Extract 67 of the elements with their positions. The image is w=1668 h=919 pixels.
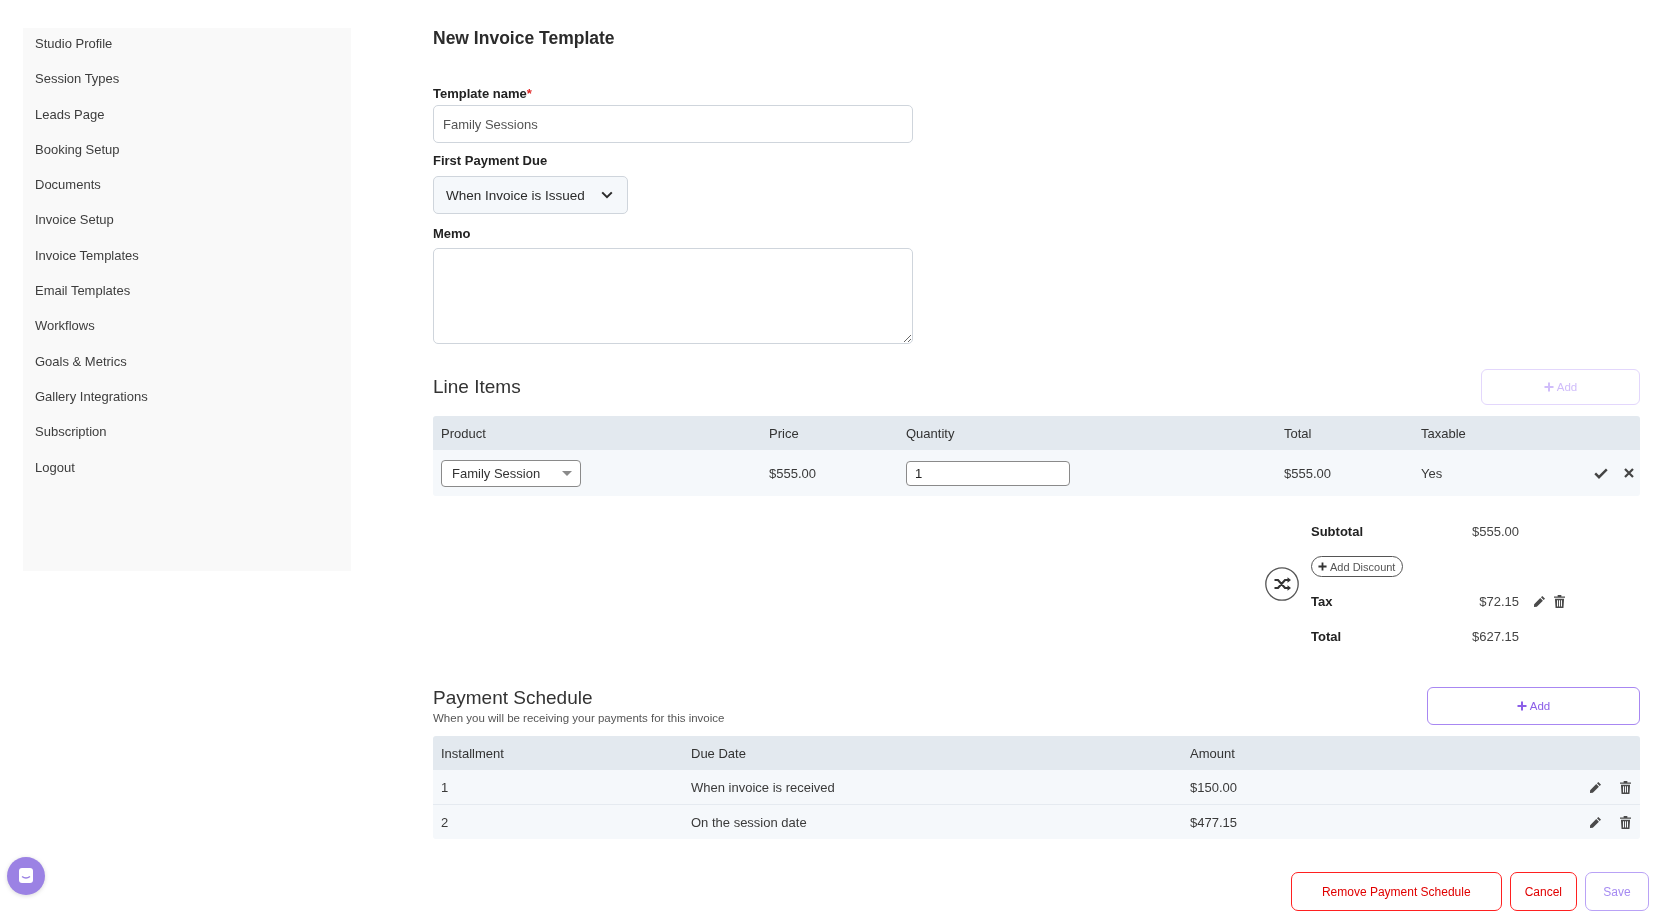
- subtotal-label: Subtotal: [1311, 524, 1363, 539]
- trash-icon[interactable]: [1554, 595, 1565, 608]
- table-cell: Yes: [1421, 465, 1443, 481]
- section-subtitle: When you will be receiving your payments for this invoice: [433, 711, 725, 725]
- add-discount-button[interactable]: Add Discount: [1311, 556, 1404, 577]
- memo-field[interactable]: [433, 248, 913, 344]
- cancel-button[interactable]: Cancel: [1509, 872, 1577, 911]
- total-value: $627.15: [1472, 629, 1519, 644]
- tax-value: $72.15: [1479, 594, 1519, 609]
- sidebar-item[interactable]: Session Types: [23, 61, 132, 97]
- column-header: Total: [1284, 425, 1312, 441]
- section-heading: Payment Schedule: [433, 687, 593, 709]
- trash-icon[interactable]: [1620, 780, 1631, 794]
- page-title: New Invoice Template: [433, 27, 615, 50]
- sidebar-item[interactable]: Email Templates: [23, 273, 143, 309]
- trash-icon[interactable]: [1620, 815, 1631, 829]
- sidebar-item[interactable]: Goals & Metrics: [23, 343, 139, 379]
- total-label: Total: [1311, 629, 1342, 644]
- table-cell: 2: [441, 814, 449, 830]
- sidebar-item[interactable]: Workflows: [23, 308, 107, 344]
- product-select[interactable]: Family Session: [441, 459, 581, 487]
- column-header: Amount: [1190, 745, 1235, 761]
- column-header: Quantity: [906, 425, 955, 441]
- sidebar-item[interactable]: Leads Page: [23, 96, 117, 132]
- sidebar-item[interactable]: Logout: [23, 449, 87, 485]
- pencil-icon[interactable]: [1589, 780, 1602, 794]
- pencil-icon[interactable]: [1589, 815, 1602, 829]
- field-label: First Payment Due: [433, 152, 548, 170]
- table-cell: When invoice is received: [691, 779, 835, 795]
- sidebar-item[interactable]: Documents: [23, 167, 113, 203]
- sidebar-item[interactable]: Invoice Setup: [23, 202, 126, 238]
- chevron-down-icon: [601, 191, 613, 199]
- column-header: Product: [441, 425, 486, 441]
- add-button[interactable]: Add: [1427, 687, 1640, 725]
- pencil-icon[interactable]: [1533, 595, 1546, 608]
- quantity-input[interactable]: 1: [906, 460, 1070, 486]
- plus-icon: [1516, 701, 1527, 711]
- table-cell: $477.15: [1190, 814, 1237, 830]
- plus-icon: [1543, 382, 1554, 392]
- check-icon[interactable]: [1594, 467, 1608, 479]
- table-cell: $150.00: [1190, 779, 1237, 795]
- column-header: Due Date: [691, 745, 746, 761]
- template-name-input[interactable]: Family Sessions: [433, 105, 913, 143]
- sidebar-item[interactable]: Booking Setup: [23, 131, 132, 168]
- plus-icon: [1318, 562, 1327, 571]
- table-cell: $555.00: [769, 465, 816, 481]
- column-header: Installment: [441, 745, 504, 761]
- sidebar-item[interactable]: Gallery Integrations: [23, 378, 160, 415]
- sidebar-item[interactable]: Subscription: [23, 414, 119, 450]
- caret-down-icon: [562, 470, 572, 476]
- subtotal-value: $555.00: [1472, 524, 1519, 539]
- table-cell: $555.00: [1284, 465, 1331, 481]
- tax-label: Tax: [1311, 594, 1333, 609]
- sidebar-item[interactable]: Studio Profile: [23, 26, 125, 62]
- column-header: Taxable: [1421, 425, 1466, 441]
- column-header: Price: [769, 425, 799, 441]
- remove-payment-schedule-button[interactable]: Remove Payment Schedule: [1290, 872, 1502, 911]
- payment-due-select[interactable]: When Invoice is Issued: [433, 176, 628, 214]
- section-heading: Line Items: [433, 376, 521, 398]
- field-label: Template name*: [433, 85, 532, 103]
- sidebar-item[interactable]: Invoice Templates: [23, 237, 151, 274]
- close-icon[interactable]: [1624, 468, 1634, 478]
- chat-icon[interactable]: [7, 857, 45, 895]
- table-cell: On the session date: [691, 814, 807, 830]
- shuffle-icon[interactable]: [1265, 567, 1299, 601]
- field-label: Memo: [433, 225, 471, 243]
- table-cell: 1: [441, 779, 449, 795]
